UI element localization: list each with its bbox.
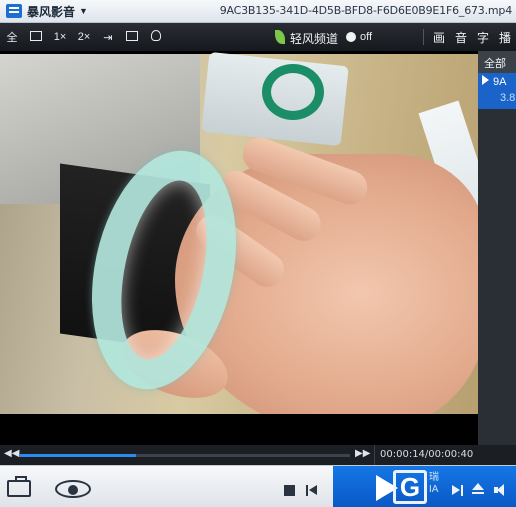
audio-settings-button[interactable]: 音: [450, 29, 472, 46]
title-bar: 暴风影音 ▼ 9AC3B135-341D-4D5B-BFD8-F6D6E0B9E…: [0, 0, 516, 23]
scene-green-bangle: [262, 64, 324, 120]
video-viewport[interactable]: [0, 51, 478, 445]
eye-icon[interactable]: [55, 480, 91, 498]
play-panel: G 瑞 IA: [333, 466, 516, 507]
watermark-char: 瑞: [429, 472, 439, 483]
window-title: 9AC3B135-341D-4D5B-BFD8-F6D6E0B9E1F6_673…: [219, 4, 513, 17]
seek-bar-fill: [20, 454, 136, 457]
playlist-header[interactable]: 全部: [478, 51, 516, 73]
watermark-logo: G: [393, 470, 427, 504]
fast-forward-icon[interactable]: ▶▶: [355, 448, 370, 459]
progress-divider: [374, 445, 375, 465]
watermark-text: 瑞 IA: [429, 472, 439, 496]
time-display: 00:00:14/00:00:40: [380, 449, 474, 460]
toolbar: 全 1× 2× ⇥ 轻风频道 off 画 音 字 播: [0, 23, 516, 51]
toolbar-right-group: 画 音 字 播: [423, 23, 516, 51]
toolbar-divider: [423, 29, 424, 45]
channel-label[interactable]: 轻风频道: [290, 30, 338, 47]
app-name[interactable]: 暴风影音: [27, 3, 75, 20]
screen-icon: [126, 30, 138, 41]
volume-button[interactable]: [494, 484, 510, 496]
eject-button[interactable]: [472, 483, 484, 495]
video-letterbox: [0, 414, 478, 445]
chevron-down-icon[interactable]: ▼: [79, 6, 88, 16]
progress-bar-row: ◀◀ ▶▶ 00:00:14/00:00:40: [0, 445, 478, 465]
fullscreen-button[interactable]: 全: [0, 29, 24, 45]
storm-logo-icon[interactable]: [6, 4, 22, 18]
playlist-item[interactable]: 9A 3.8: [478, 73, 516, 109]
playlist-item-subtitle: 3.8: [500, 92, 516, 104]
subtitle-settings-button[interactable]: 字: [472, 29, 494, 46]
always-on-top-button[interactable]: [120, 30, 144, 44]
control-bar: G 瑞 IA: [0, 465, 516, 507]
mini-mode-button[interactable]: [24, 30, 48, 44]
watermark-sub: IA: [429, 484, 439, 495]
playing-indicator-icon: [482, 75, 489, 85]
size-1x-button[interactable]: 1×: [48, 31, 72, 43]
playlist-panel: 全部 9A 3.8: [478, 51, 516, 445]
video-frame: [0, 51, 478, 434]
size-2x-button[interactable]: 2×: [72, 31, 96, 43]
window-icon: [30, 30, 42, 41]
leaf-icon: [275, 30, 285, 44]
playback-settings-button[interactable]: 播: [494, 29, 516, 46]
previous-button[interactable]: [306, 485, 318, 496]
stop-button[interactable]: [284, 485, 295, 496]
bulb-icon: [151, 30, 161, 41]
picture-settings-button[interactable]: 画: [428, 29, 450, 46]
seek-bar[interactable]: [20, 454, 350, 457]
toolbox-icon[interactable]: [7, 476, 31, 497]
channel-toggle[interactable]: [346, 32, 356, 42]
playlist-item-title: 9A: [493, 76, 507, 88]
channel-toggle-state: off: [360, 31, 373, 43]
next-button[interactable]: [452, 485, 464, 496]
fit-window-button[interactable]: ⇥: [96, 31, 120, 44]
light-button[interactable]: [144, 30, 168, 44]
rewind-icon[interactable]: ◀◀: [4, 448, 19, 459]
